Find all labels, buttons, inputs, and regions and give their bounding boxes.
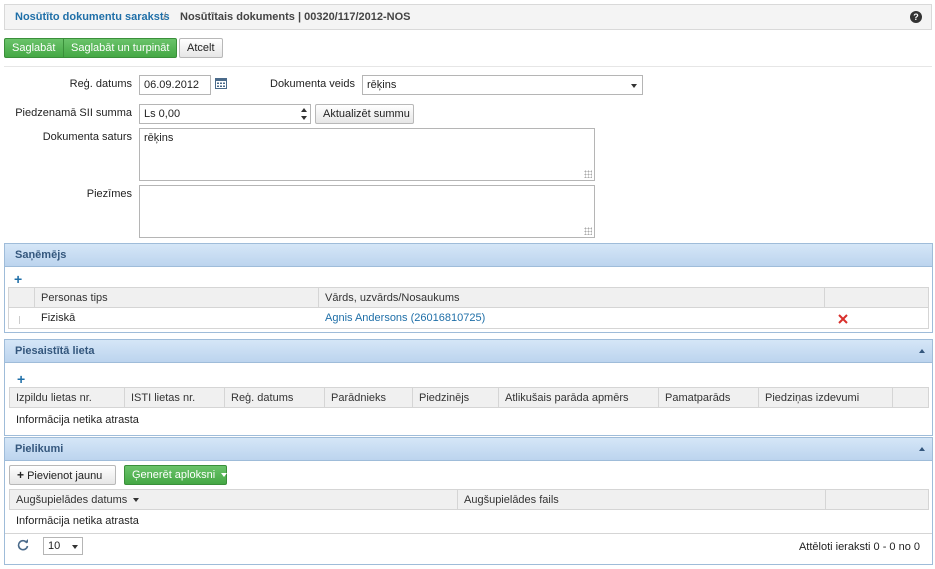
column-header-isti-case[interactable]: ISTI lietas nr. (125, 388, 225, 407)
chevron-up-icon[interactable] (919, 349, 925, 353)
table-row[interactable]: Fiziskā Agnis Andersons (26016810725) (8, 308, 929, 329)
attachments-panel: + Pievienot jaunu Ģenerēt aploksni Augšu… (4, 461, 933, 565)
amount-label: Piedzenamā SII summa (15, 107, 132, 119)
chevron-down-icon (221, 473, 228, 478)
recipient-panel-title: Saņēmējs (15, 249, 67, 261)
doc-type-label: Dokumenta veids (270, 78, 355, 90)
attachments-panel-title: Pielikumi (15, 443, 64, 455)
column-header-name[interactable]: Vārds, uzvārds/Nosaukums (319, 288, 825, 307)
reg-date-input[interactable]: 06.09.2012 (139, 75, 211, 95)
generate-envelope-label: Ģenerēt aploksni (132, 469, 216, 481)
column-header-creditor[interactable]: Piedzinējs (413, 388, 499, 407)
chevron-down-icon (72, 545, 78, 549)
breadcrumb-link-sent-documents[interactable]: Nosūtīto dokumentu saraksts (15, 11, 170, 23)
column-header-upload-date[interactable]: Augšupielādes datums (10, 490, 458, 509)
breadcrumb-separator: / (163, 11, 167, 23)
column-header-remaining-debt[interactable]: Atlikušais parāda apmērs (499, 388, 659, 407)
content-value: rēķins (144, 132, 174, 144)
linked-case-panel-header[interactable]: Piesaistītā lieta (4, 339, 933, 363)
row-handle (19, 316, 20, 324)
recipient-panel: + Personas tips Vārds, uzvārds/Nosaukums… (4, 267, 933, 333)
resize-handle-icon[interactable] (584, 170, 592, 178)
chevron-down-icon (631, 84, 637, 88)
update-amount-button[interactable]: Aktualizēt summu (315, 104, 414, 124)
recipient-grid-header: Personas tips Vārds, uzvārds/Nosaukums (8, 287, 929, 308)
plus-icon: + (17, 468, 25, 482)
linked-case-panel: + Izpildu lietas nr. ISTI lietas nr. Reģ… (4, 363, 933, 436)
notes-label: Piezīmes (86, 188, 132, 200)
save-button[interactable]: Saglabāt (4, 38, 64, 58)
records-info: Attēloti ieraksti 0 - 0 no 0 (798, 541, 920, 553)
help-icon[interactable]: ? (910, 11, 922, 23)
add-case-icon[interactable]: + (17, 372, 25, 386)
column-header-upload-file[interactable]: Augšupielādes fails (458, 490, 826, 509)
attachments-grid-header: Augšupielādes datums Augšupielādes fails (9, 489, 929, 510)
chevron-up-icon[interactable] (919, 447, 925, 451)
page-size-value: 10 (48, 540, 61, 552)
content-label: Dokumenta saturs (42, 131, 132, 143)
stepper-arrows-icon[interactable] (301, 107, 307, 121)
column-header-enforcement-case[interactable]: Izpildu lietas nr. (10, 388, 125, 407)
resize-handle-icon[interactable] (584, 227, 592, 235)
amount-value: Ls 0,00 (144, 108, 181, 120)
linked-case-empty-message: Informācija netika atrasta (16, 414, 139, 426)
attachments-empty-message: Informācija netika atrasta (16, 515, 139, 527)
calendar-icon[interactable] (215, 77, 227, 89)
recipient-panel-header: Saņēmējs (4, 243, 933, 267)
recipient-person-type: Fiziskā (41, 312, 76, 324)
reg-date-label: Reģ. datums (69, 78, 132, 90)
add-recipient-icon[interactable]: + (14, 272, 22, 286)
linked-case-panel-title: Piesaistītā lieta (15, 345, 95, 357)
breadcrumb: Nosūtīto dokumentu saraksts / Nosūtītais… (4, 4, 932, 30)
page-title: Nosūtītais dokuments | 00320/117/2012-NO… (180, 11, 411, 23)
amount-stepper[interactable]: Ls 0,00 (139, 104, 311, 124)
add-new-label: Pievienot jaunu (27, 470, 103, 482)
column-header-debtor[interactable]: Parādnieks (325, 388, 413, 407)
notes-textarea[interactable] (139, 185, 595, 238)
attachments-panel-header[interactable]: Pielikumi (4, 437, 933, 461)
refresh-icon[interactable] (17, 539, 29, 551)
sort-down-icon (133, 498, 140, 503)
add-new-attachment-button[interactable]: + Pievienot jaunu (9, 465, 116, 485)
generate-envelope-button[interactable]: Ģenerēt aploksni (124, 465, 228, 485)
upload-date-label: Augšupielādes datums (16, 494, 128, 506)
pager-divider (5, 533, 932, 534)
row-selector-header (9, 288, 35, 307)
doc-type-select[interactable]: rēķins (362, 75, 643, 95)
save-continue-button[interactable]: Saglabāt un turpināt (63, 38, 177, 58)
linked-case-grid-header: Izpildu lietas nr. ISTI lietas nr. Reģ. … (9, 387, 929, 408)
page-size-select[interactable]: 10 (43, 537, 83, 555)
column-header-person-type[interactable]: Personas tips (35, 288, 319, 307)
delete-icon[interactable] (838, 314, 848, 324)
column-header-recovery-costs[interactable]: Piedziņas izdevumi (759, 388, 893, 407)
recipient-name-link[interactable]: Agnis Andersons (26016810725) (319, 308, 491, 328)
content-textarea[interactable]: rēķins (139, 128, 595, 181)
column-header-reg-date[interactable]: Reģ. datums (225, 388, 325, 407)
cancel-button[interactable]: Atcelt (179, 38, 223, 58)
toolbar-divider (4, 66, 932, 67)
column-header-principal[interactable]: Pamatparāds (659, 388, 759, 407)
doc-type-value: rēķins (367, 79, 397, 91)
